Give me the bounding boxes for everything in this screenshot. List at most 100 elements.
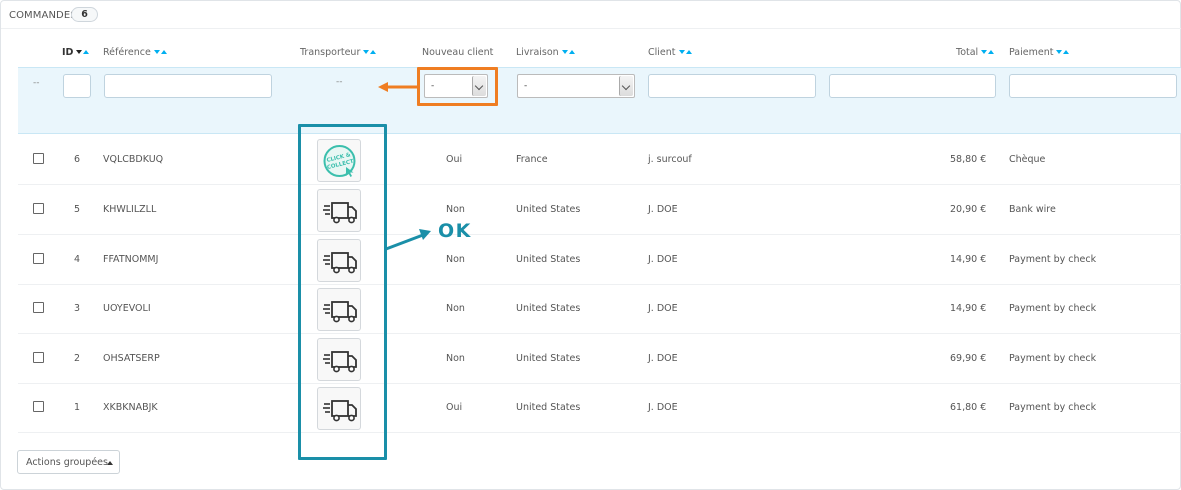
order-client: J. DOE: [648, 254, 678, 265]
order-new-client: Oui: [446, 402, 463, 413]
table-row[interactable]: 4 FFATNOMMJ Non United States J. DOE 14,…: [18, 235, 1181, 285]
row-checkbox[interactable]: [33, 253, 44, 264]
row-checkbox[interactable]: [33, 401, 44, 412]
order-new-client: Non: [446, 204, 465, 215]
order-client: j. surcouf: [648, 154, 692, 165]
order-client: J. DOE: [648, 303, 678, 314]
column-label-id: ID: [62, 47, 74, 58]
sort-desc-icon[interactable]: [76, 50, 83, 54]
order-total: 58,80 €: [950, 154, 987, 165]
order-delivery: United States: [516, 204, 581, 215]
filter-reference-input[interactable]: [104, 74, 272, 98]
sort-desc-icon[interactable]: [561, 50, 568, 54]
column-header-new-client: Nouveau client: [422, 47, 493, 58]
order-new-client: Non: [446, 303, 465, 314]
row-checkbox[interactable]: [33, 352, 44, 363]
filter-total-input[interactable]: [829, 74, 996, 98]
table-row[interactable]: 6 VQLCBDKUQ CLICK & COLLECT Oui France j…: [18, 135, 1181, 185]
order-delivery: United States: [516, 402, 581, 413]
chevron-down-icon[interactable]: [619, 76, 633, 96]
sort-arrows-delivery[interactable]: [561, 48, 576, 58]
column-label-reference: Référence: [103, 47, 151, 58]
bulk-actions-label: Actions groupées: [26, 457, 108, 468]
order-new-client: Non: [446, 353, 465, 364]
order-delivery: United States: [516, 254, 581, 265]
bulk-actions-button[interactable]: Actions groupées: [17, 450, 120, 474]
order-payment: Payment by check: [1009, 402, 1097, 413]
column-header-carrier: Transporteur: [300, 47, 377, 58]
table-row[interactable]: 5 KHWLILZLL Non United States J. DOE 20,…: [18, 185, 1181, 235]
column-label-payment: Paiement: [1009, 47, 1054, 58]
column-label-delivery: Livraison: [516, 47, 559, 58]
order-delivery: United States: [516, 353, 581, 364]
sort-asc-icon[interactable]: [988, 50, 995, 54]
ok-annotation: OK: [438, 220, 472, 242]
order-payment: Bank wire: [1009, 204, 1056, 215]
sort-desc-icon[interactable]: [363, 50, 370, 54]
orders-count-badge: 6: [71, 7, 98, 22]
filter-client-input[interactable]: [648, 74, 816, 98]
order-total: 14,90 €: [950, 254, 987, 265]
column-header-total: Total: [956, 47, 995, 58]
sort-arrows-reference[interactable]: [153, 48, 168, 58]
column-label-total: Total: [956, 47, 979, 58]
order-reference: OHSATSERP: [103, 353, 160, 364]
sort-arrows-client[interactable]: [678, 48, 693, 58]
order-reference: FFATNOMMJ: [103, 254, 159, 265]
panel-title: COMMANDES: [9, 10, 77, 21]
column-label-client: Client: [648, 47, 676, 58]
sort-asc-icon[interactable]: [568, 50, 575, 54]
sort-desc-icon[interactable]: [153, 50, 160, 54]
filter-select-dash: --: [33, 78, 40, 88]
sort-arrows-payment[interactable]: [1056, 48, 1070, 58]
order-total: 20,90 €: [950, 204, 987, 215]
teal-highlight-box: [298, 124, 387, 460]
sort-asc-icon[interactable]: [83, 50, 90, 54]
sort-arrows-total[interactable]: [981, 48, 995, 58]
order-id: 4: [74, 254, 81, 265]
column-label-new-client: Nouveau client: [422, 47, 494, 58]
sort-arrows-carrier[interactable]: [363, 48, 377, 58]
order-payment: Payment by check: [1009, 353, 1097, 364]
order-new-client: Oui: [446, 154, 463, 165]
caret-up-icon: [107, 461, 113, 465]
filter-delivery-value: -: [524, 81, 528, 91]
table-row[interactable]: 3 UOYEVOLI Non United States J. DOE 14,9…: [18, 284, 1181, 334]
order-total: 14,90 €: [950, 303, 987, 314]
order-total: 61,80 €: [950, 402, 987, 413]
order-id: 1: [74, 402, 81, 413]
order-reference: VQLCBDKUQ: [103, 154, 164, 165]
order-reference: UOYEVOLI: [103, 303, 151, 314]
sort-arrows-id[interactable]: [76, 48, 90, 58]
table-row[interactable]: 2 OHSATSERP Non United States J. DOE 69,…: [18, 334, 1181, 384]
filter-carrier-dash: --: [336, 77, 343, 87]
column-header-delivery: Livraison: [516, 47, 576, 58]
sort-asc-icon[interactable]: [160, 50, 167, 54]
filter-delivery-select[interactable]: -: [517, 74, 635, 98]
sort-asc-icon[interactable]: [685, 50, 692, 54]
column-header-reference: Référence: [103, 47, 168, 58]
sort-asc-icon[interactable]: [1063, 50, 1070, 54]
order-payment: Payment by check: [1009, 303, 1097, 314]
column-header-id: ID: [62, 47, 90, 58]
sort-desc-icon[interactable]: [678, 50, 685, 54]
order-reference: XKBKNABJK: [103, 402, 158, 413]
panel-header: COMMANDES 6: [1, 1, 1181, 29]
filter-id-input[interactable]: [63, 74, 91, 98]
filter-payment-input[interactable]: [1009, 74, 1177, 98]
row-checkbox[interactable]: [33, 203, 44, 214]
order-payment: Chèque: [1009, 154, 1046, 165]
row-checkbox[interactable]: [33, 302, 44, 313]
sort-desc-icon[interactable]: [981, 50, 988, 54]
order-new-client: Non: [446, 254, 465, 265]
column-header-client: Client: [648, 47, 693, 58]
sort-desc-icon[interactable]: [1056, 50, 1063, 54]
row-checkbox[interactable]: [33, 153, 44, 164]
filter-row: -- -- - -: [18, 67, 1181, 134]
teal-arrow-icon: [385, 229, 431, 251]
order-id: 2: [74, 353, 81, 364]
table-row[interactable]: 1 XKBKNABJK Oui United States J. DOE 61,…: [18, 383, 1181, 433]
column-label-carrier: Transporteur: [300, 47, 361, 58]
orders-panel: COMMANDES 6 ID Référence Transporteur No…: [0, 0, 1181, 490]
sort-asc-icon[interactable]: [370, 50, 377, 54]
